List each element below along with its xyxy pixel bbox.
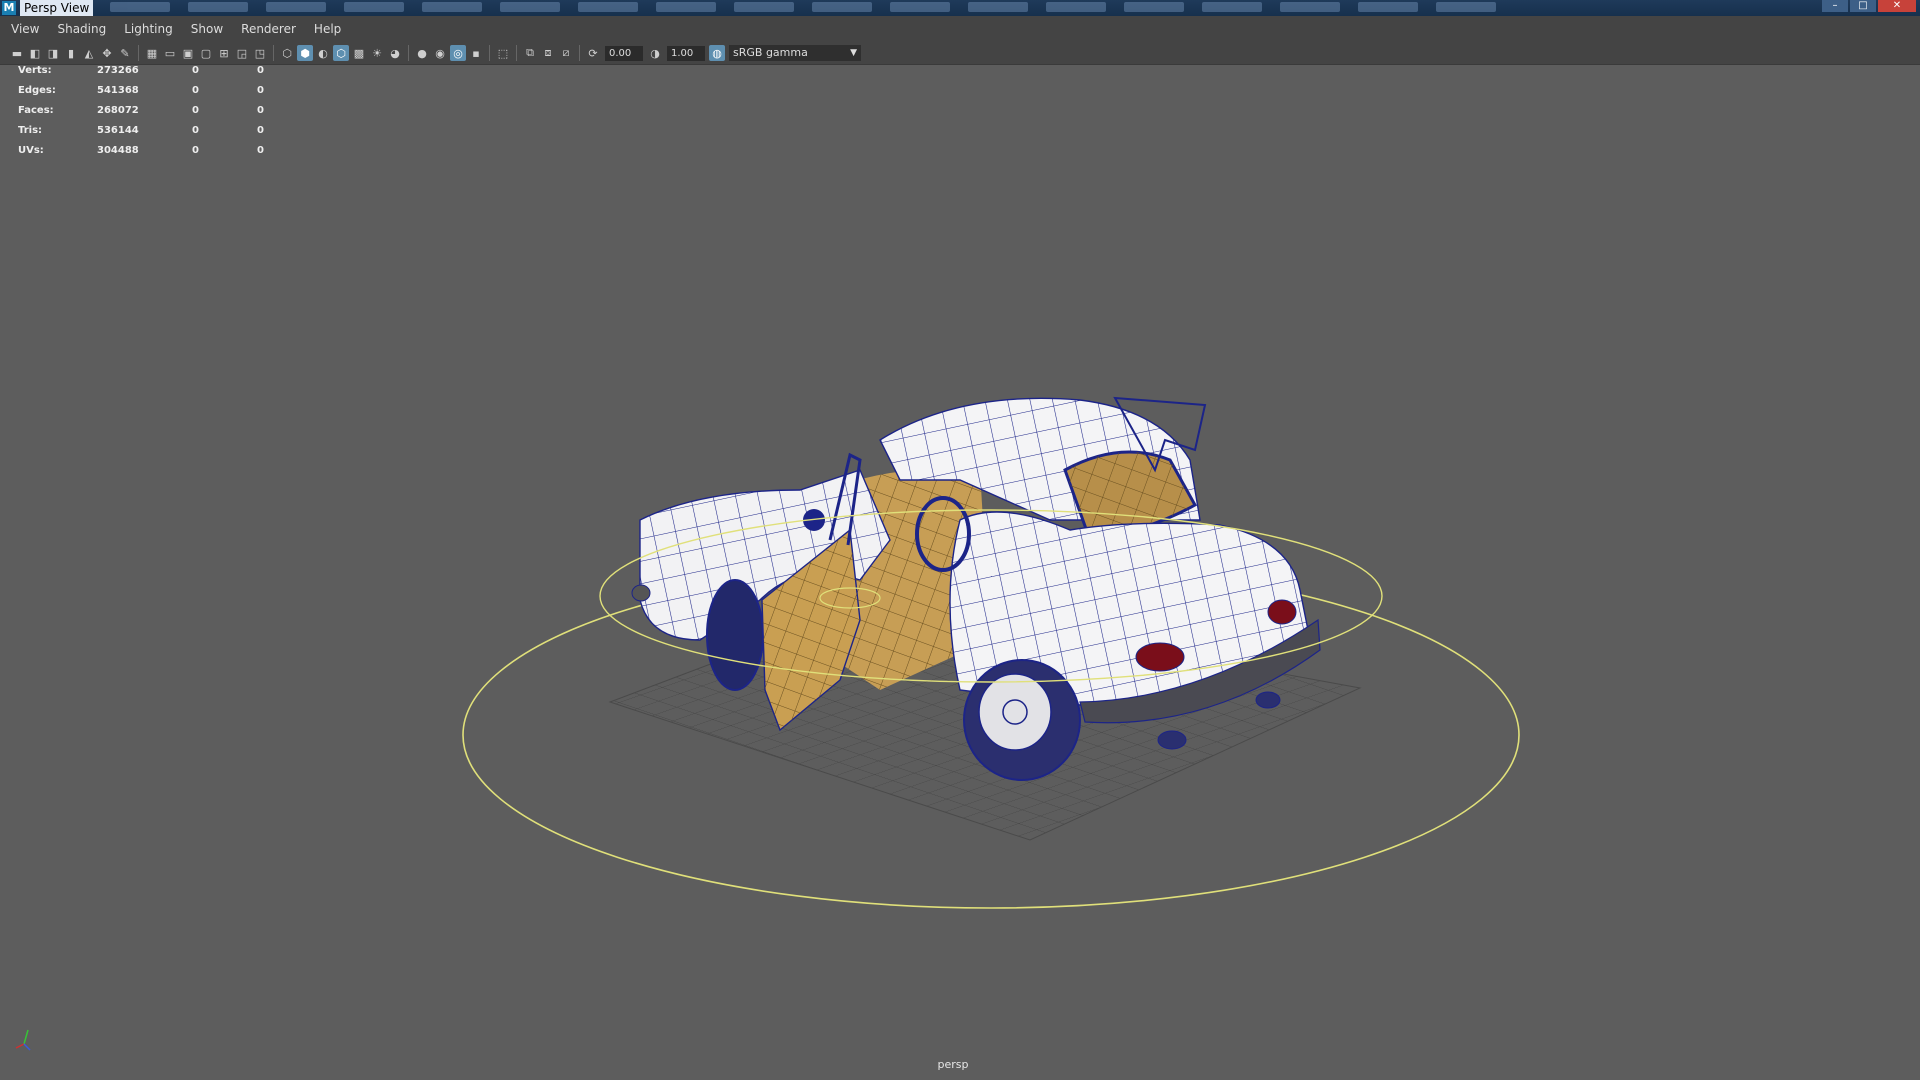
lights-icon[interactable]: ☀ — [369, 45, 385, 61]
window-title: Persp View — [20, 0, 94, 16]
minimize-button[interactable]: – — [1822, 0, 1848, 12]
head-light — [631, 584, 651, 602]
image-plane-icon[interactable]: ◭ — [81, 45, 97, 61]
hud-row-uvs: UVs: 304488 0 0 — [18, 145, 264, 156]
hud-row-verts: Verts: 273266 0 0 — [18, 65, 264, 76]
smooth-shade-icon[interactable]: ⬢ — [297, 45, 313, 61]
gate-mask-icon[interactable]: ▢ — [198, 45, 214, 61]
shadows-icon[interactable]: ◕ — [387, 45, 403, 61]
viewport-3d[interactable] — [0, 64, 1920, 1080]
film-gate-icon[interactable]: ▭ — [162, 45, 178, 61]
chevron-down-icon: ▼ — [850, 48, 857, 58]
camera-attr-icon[interactable]: ◧ — [27, 45, 43, 61]
hud-row-tris: Tris: 536144 0 0 — [18, 125, 264, 136]
xray-icon[interactable]: ⧉ — [522, 45, 538, 61]
poly-count-hud: Verts: 273266 0 0 Edges: 541368 0 0 Face… — [18, 64, 278, 164]
two-d-pan-zoom-icon[interactable]: ✥ — [99, 45, 115, 61]
camera-icon[interactable]: ▬ — [9, 45, 25, 61]
exposure-field[interactable]: 0.00 — [605, 45, 643, 61]
menu-view[interactable]: View — [0, 16, 48, 42]
menu-lighting[interactable]: Lighting — [115, 16, 182, 42]
camera-name-label: persp — [937, 1058, 969, 1071]
resolution-gate-icon[interactable]: ▣ — [180, 45, 196, 61]
grid-icon[interactable]: ▦ — [144, 45, 160, 61]
bookmark-icon[interactable]: ▮ — [63, 45, 79, 61]
field-chart-icon[interactable]: ⊞ — [216, 45, 232, 61]
window-title-bar: M Persp View – □ ✕ — [0, 0, 1920, 16]
maximize-button[interactable]: □ — [1850, 0, 1876, 12]
hud-row-faces: Faces: 268072 0 0 — [18, 105, 264, 116]
depth-of-field-icon[interactable]: ▪ — [468, 45, 484, 61]
textured-icon[interactable]: ▩ — [351, 45, 367, 61]
screen-space-ao-icon[interactable]: ● — [414, 45, 430, 61]
motion-blur-icon[interactable]: ◉ — [432, 45, 448, 61]
gamma-icon[interactable]: ◑ — [647, 45, 663, 61]
maya-app-icon: M — [2, 1, 16, 15]
safe-title-icon[interactable]: ◳ — [252, 45, 268, 61]
xray-components-icon[interactable]: ⧄ — [558, 45, 574, 61]
color-space-dropdown[interactable]: sRGB gamma ▼ — [729, 45, 861, 61]
safe-action-icon[interactable]: ◲ — [234, 45, 250, 61]
view-axis-gizmo — [15, 1029, 31, 1051]
exhaust-left — [1157, 730, 1187, 750]
tail-light-left — [1135, 642, 1185, 672]
wireframe-on-shaded-icon[interactable]: ⬡ — [333, 45, 349, 61]
xray-joints-icon[interactable]: ⧈ — [540, 45, 556, 61]
color-management-icon[interactable]: ◍ — [709, 45, 725, 61]
front-wheel — [706, 579, 764, 691]
tail-light-right — [1267, 599, 1297, 625]
default-material-icon[interactable]: ◐ — [315, 45, 331, 61]
isolate-select-icon[interactable]: ⬚ — [495, 45, 511, 61]
close-button[interactable]: ✕ — [1878, 0, 1916, 12]
panel-menu-bar: View Shading Lighting Show Renderer Help — [0, 16, 1920, 42]
hud-row-edges: Edges: 541368 0 0 — [18, 85, 264, 96]
menu-help[interactable]: Help — [305, 16, 350, 42]
menu-shading[interactable]: Shading — [48, 16, 115, 42]
grease-pencil-icon[interactable]: ✎ — [117, 45, 133, 61]
color-space-value: sRGB gamma — [733, 46, 808, 59]
exhaust-right — [1255, 691, 1281, 709]
background-taskbar — [110, 2, 1650, 14]
gamma-field[interactable]: 1.00 — [667, 45, 705, 61]
menu-renderer[interactable]: Renderer — [232, 16, 305, 42]
camera-bookmark-icon[interactable]: ◨ — [45, 45, 61, 61]
anti-aliasing-icon[interactable]: ◎ — [450, 45, 466, 61]
panel-toolbar: ▬ ◧ ◨ ▮ ◭ ✥ ✎ ▦ ▭ ▣ ▢ ⊞ ◲ ◳ ⬡ ⬢ ◐ ⬡ ▩ ☀ … — [0, 42, 1920, 65]
menu-show[interactable]: Show — [182, 16, 232, 42]
wireframe-icon[interactable]: ⬡ — [279, 45, 295, 61]
exposure-icon[interactable]: ⟳ — [585, 45, 601, 61]
